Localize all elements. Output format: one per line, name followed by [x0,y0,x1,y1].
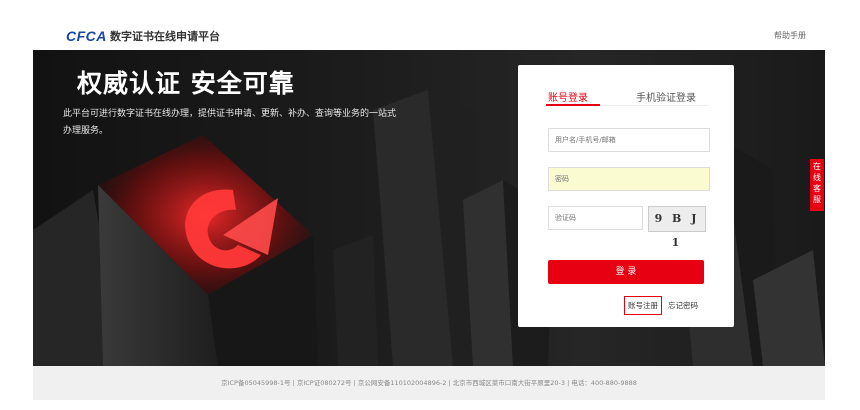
captcha-image[interactable]: 9 B J 1 [648,206,706,249]
tab-account-login[interactable]: 账号登录 [548,89,588,104]
username-input[interactable] [548,128,710,152]
banner-description: 此平台可进行数字证书在线办理，提供证书申请、更新、补办、查询等业务的一站式办理服… [63,109,397,136]
captcha-input[interactable] [548,206,643,230]
footer: 京ICP备05045998-1号 | 京ICP证080272号 | 京公网安备1… [33,366,825,400]
active-tab-indicator [546,104,600,106]
login-card: 账号登录 手机验证登录 9 B J 1 登 录 账号注册 忘记密码 [518,65,734,327]
online-support-tab[interactable]: 在线客服 [810,159,824,211]
forgot-password-link[interactable]: 忘记密码 [668,300,698,311]
cfca-logo[interactable]: CFCA [66,28,107,44]
register-link[interactable]: 账号注册 [624,296,662,315]
site-title: 数字证书在线申请平台 [110,30,220,43]
login-button[interactable]: 登 录 [548,260,704,284]
password-input[interactable] [548,167,710,191]
footer-info: 京ICP备05045998-1号 | 京ICP证080272号 | 京公网安备1… [221,379,637,387]
hero-banner: 权威认证 安全可靠 此平台可进行数字证书在线办理，提供证书申请、更新、补办、查询… [33,50,825,366]
top-header: CFCA 数字证书在线申请平台 帮助手册 [0,0,860,50]
banner-headline: 权威认证 安全可靠 [77,69,295,98]
tab-phone-login[interactable]: 手机验证登录 [636,89,696,104]
help-manual-link[interactable]: 帮助手册 [774,30,806,41]
